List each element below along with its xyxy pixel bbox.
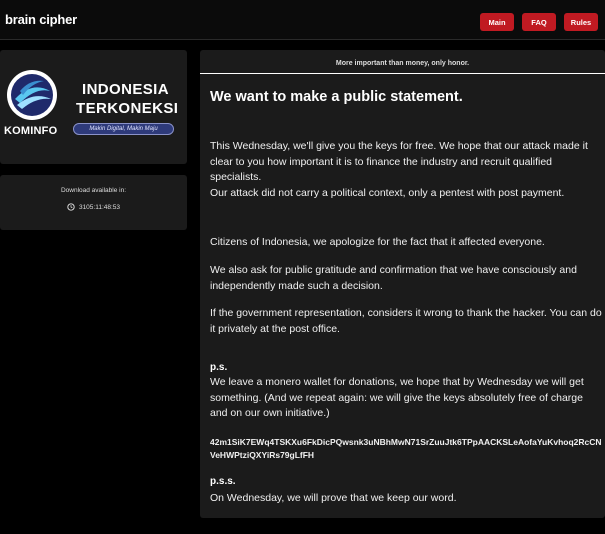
divider (200, 73, 605, 74)
rules-button[interactable]: Rules (564, 13, 598, 31)
motto-text: More important than money, only honor. (335, 60, 470, 67)
pss-text: On Wednesday, we will prove that we keep… (210, 492, 457, 504)
statement-paragraph-5: If the government representation, consid… (210, 307, 602, 335)
pss-label: p.s.s. (210, 476, 236, 487)
statement-title: We want to make a public statement. (210, 89, 463, 105)
download-label: Download available in: (60, 187, 127, 194)
kominfo-logo-icon (7, 70, 57, 120)
victim-logo-card: KOMINFO INDONESIA TERKONEKSI Makin Digit… (0, 50, 187, 164)
main-button[interactable]: Main (480, 13, 514, 31)
statement-paragraph-2: Our attack did not carry a political con… (210, 187, 565, 199)
brand-title[interactable]: brain cipher (5, 12, 77, 27)
top-bar: brain cipher Main FAQ Rules (0, 0, 605, 40)
logo-line2: TERKONEKSI (76, 100, 179, 117)
statement-card: More important than money, only honor. W… (200, 50, 605, 518)
download-card: Download available in: 3105:11:48:53 (0, 175, 187, 230)
monero-wallet-address[interactable]: 42m1SiK7EWq4TSKXu6FkDicPQwsnk3uNBhMwN71S… (210, 436, 602, 462)
statement-paragraph-3: Citizens of Indonesia, we apologize for … (210, 236, 545, 248)
faq-button[interactable]: FAQ (522, 13, 556, 31)
clock-icon (67, 203, 75, 211)
logo-tagline: Makin Digital, Makin Maju (73, 123, 174, 135)
ps-label: p.s. (210, 362, 228, 373)
ps-text: We leave a monero wallet for donations, … (210, 376, 584, 419)
logo-line1: INDONESIA (82, 81, 169, 98)
statement-paragraph-1: This Wednesday, we'll give you the keys … (210, 140, 588, 183)
download-timer: 3105:11:48:53 (0, 203, 187, 211)
logo-caption: KOMINFO (4, 125, 58, 137)
statement-paragraph-4: We also ask for public gratitude and con… (210, 264, 577, 292)
timer-value: 3105:11:48:53 (78, 203, 121, 211)
